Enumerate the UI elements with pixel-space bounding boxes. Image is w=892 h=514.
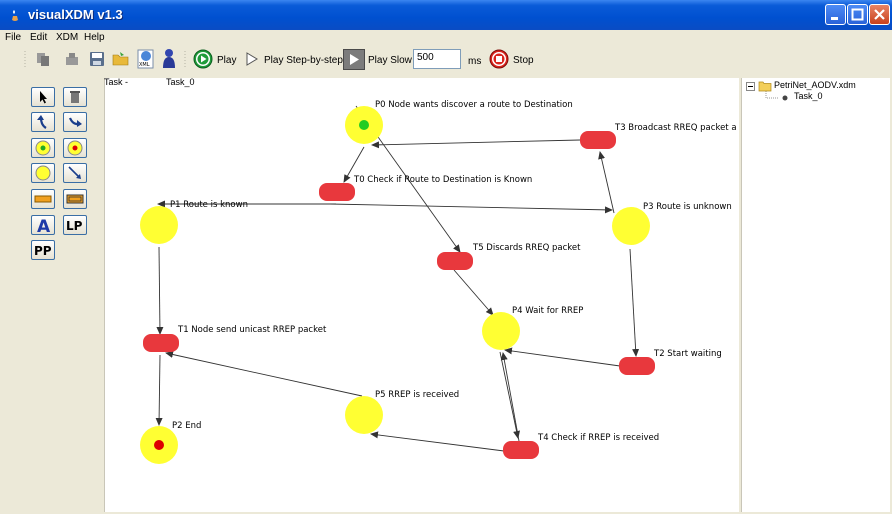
transition-label-t5: T5 Discards RREQ packet	[472, 243, 581, 253]
transition-label-t3: T3 Broadcast RREQ packet a	[614, 123, 737, 133]
transition-label-t4: T4 Check if RREP is received	[537, 433, 659, 443]
place-label-p5: P5 RREP is received	[375, 390, 459, 400]
transition-label-t0: T0 Check if Route to Destination is Know…	[353, 175, 532, 185]
place-p3[interactable]	[612, 207, 650, 245]
transition-label-t1: T1 Node send unicast RREP packet	[177, 325, 327, 335]
arc-13[interactable]	[500, 352, 520, 442]
transition-t3[interactable]	[580, 131, 616, 149]
place-p4[interactable]	[482, 312, 520, 350]
transition-t0[interactable]	[319, 183, 355, 201]
place-label-p4: P4 Wait for RREP	[512, 306, 583, 316]
arc-9[interactable]	[504, 347, 621, 367]
arc-4[interactable]	[329, 203, 613, 214]
token-p2	[154, 440, 164, 450]
arc-14[interactable]	[499, 351, 520, 439]
arc-7[interactable]	[453, 269, 494, 316]
transition-t2[interactable]	[619, 357, 655, 375]
arc-10[interactable]	[598, 151, 615, 214]
token-p0	[359, 120, 369, 130]
node-layer: P0 Node wants discover a route to Destin…	[140, 100, 737, 464]
tree-child-item[interactable]: Task_0	[794, 91, 823, 101]
arc-2[interactable]	[371, 139, 581, 149]
arc-12[interactable]	[370, 431, 505, 452]
place-label-p3: P3 Route is unknown	[643, 202, 732, 212]
tree-root-item[interactable]: PetriNet_AODV.xdm	[774, 80, 856, 90]
arc-5[interactable]	[156, 246, 164, 335]
arc-11[interactable]	[165, 351, 363, 397]
folder-icon	[758, 81, 772, 92]
transition-t1[interactable]	[143, 334, 179, 352]
place-p5[interactable]	[345, 396, 383, 434]
place-label-p0: P0 Node wants discover a route to Destin…	[375, 100, 573, 110]
arc-6[interactable]	[155, 354, 163, 426]
transition-t4[interactable]	[503, 441, 539, 459]
place-p1[interactable]	[140, 206, 178, 244]
project-tree-panel	[741, 78, 890, 512]
transition-label-t2: T2 Start waiting	[653, 349, 722, 359]
tree-leaf-bullet-icon	[782, 95, 788, 101]
place-label-p1: P1 Route is known	[170, 200, 248, 210]
arc-8[interactable]	[629, 248, 640, 357]
place-label-p2: P2 End	[172, 421, 201, 431]
transition-t5[interactable]	[437, 252, 473, 270]
